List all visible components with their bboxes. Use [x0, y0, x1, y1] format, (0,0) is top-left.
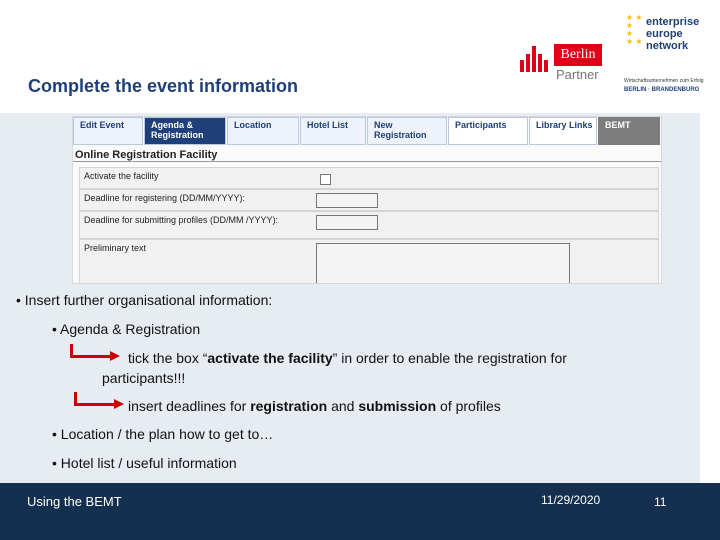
footer-bar: Using the BEMT 11/29/2020 11	[0, 483, 720, 540]
tab-participants[interactable]: Participants	[448, 117, 528, 145]
een-line-3: network	[646, 40, 689, 52]
form-row-deadline-registering: Deadline for registering (DD/MM/YYYY):	[79, 189, 659, 211]
red-arrow-icon	[70, 344, 120, 361]
bullet-dot-icon: •	[52, 455, 57, 471]
registration-emphasis: registration	[250, 398, 328, 414]
bullet-2: • Agenda & Registration	[52, 321, 200, 337]
form-row-deadline-profiles: Deadline for submitting profiles (DD/MM …	[79, 211, 659, 239]
partner-logo-word: Partner	[556, 67, 599, 82]
bullet-dot-icon: •	[52, 321, 57, 337]
preliminary-text-label: Preliminary text	[84, 243, 147, 253]
preliminary-text-area[interactable]	[316, 243, 570, 283]
tab-hotel-list[interactable]: Hotel List	[300, 117, 366, 145]
arrow-1-text: tick the box “activate the facility” in …	[128, 350, 567, 366]
tab-edit-event[interactable]: Edit Event	[73, 117, 143, 145]
bullet-4: • Hotel list / useful information	[52, 455, 237, 471]
deadline-registering-label: Deadline for registering (DD/MM/YYYY):	[84, 193, 246, 203]
deadline-profiles-label: Deadline for submitting profiles (DD/MM …	[84, 215, 279, 225]
tab-library-links[interactable]: Library Links	[529, 117, 597, 145]
arrow-2-pre: insert deadlines for	[128, 398, 251, 414]
form-row-activate: Activate the facility	[79, 167, 659, 189]
footer-title: Using the BEMT	[27, 494, 122, 509]
tab-bemt[interactable]: BEMT	[598, 117, 660, 145]
een-tagline: Wirtschaftsunternehmen zum Erfolg	[624, 78, 704, 84]
een-logo: ★ ★ ★ ★ ★ ★ enterprise europe network Wirts…	[624, 12, 708, 98]
activate-facility-emphasis: activate the facility	[207, 350, 333, 366]
bullet-1: • Insert further organisational informat…	[16, 292, 272, 308]
slide-title: Complete the event information	[28, 76, 299, 96]
footer-page-number: 11	[654, 495, 667, 509]
bullet-dot-icon: •	[52, 426, 57, 442]
arrow-2-text: insert deadlines for registration and su…	[128, 398, 501, 414]
eu-stars-icon: ★ ★ ★ ★ ★ ★	[626, 13, 643, 46]
bullet-dot-icon: •	[16, 292, 21, 308]
tab-new-registration[interactable]: New Registration	[367, 117, 447, 145]
tab-bar: Edit Event Agenda & Registration Locatio…	[73, 117, 661, 147]
form-title: Online Registration Facility	[75, 149, 218, 161]
deadline-profiles-input[interactable]	[316, 215, 378, 230]
form-row-preliminary-text: Preliminary text	[79, 239, 659, 283]
deadline-registering-input[interactable]	[316, 193, 378, 208]
berlin-partner-logo: Berlin Partner	[520, 42, 605, 87]
red-arrow-icon	[74, 392, 124, 409]
berlin-logo-word: Berlin	[554, 44, 602, 66]
berlin-partner-mark-icon	[520, 46, 550, 72]
arrow-1-pre: tick the box “	[128, 350, 208, 366]
bullet-3-text: Location / the plan how to get to…	[60, 426, 274, 442]
bullet-4-text: Hotel list / useful information	[60, 455, 237, 471]
een-region: BERLIN · BRANDENBURG	[624, 87, 700, 93]
bullet-3: • Location / the plan how to get to…	[52, 426, 273, 442]
activate-checkbox[interactable]	[320, 174, 331, 185]
arrow-2-mid: and	[327, 398, 359, 414]
submission-emphasis: submission	[358, 398, 437, 414]
een-line-2: europe	[646, 28, 683, 40]
footer-date: 11/29/2020	[541, 493, 601, 507]
tab-location[interactable]: Location	[227, 117, 299, 145]
embedded-screenshot: Edit Event Agenda & Registration Locatio…	[72, 116, 662, 284]
arrow-1-post: ” in order to enable the registration fo…	[332, 350, 567, 366]
activate-label: Activate the facility	[84, 171, 159, 181]
form-divider	[73, 161, 661, 162]
tab-agenda-registration[interactable]: Agenda & Registration	[144, 117, 226, 145]
arrow-1-continuation: participants!!!	[102, 370, 186, 386]
bullet-2-text: Agenda & Registration	[60, 321, 201, 337]
bullet-1-text: Insert further organisational informatio…	[24, 292, 273, 308]
een-line-1: enterprise	[646, 16, 700, 28]
arrow-2-post: of profiles	[436, 398, 501, 414]
